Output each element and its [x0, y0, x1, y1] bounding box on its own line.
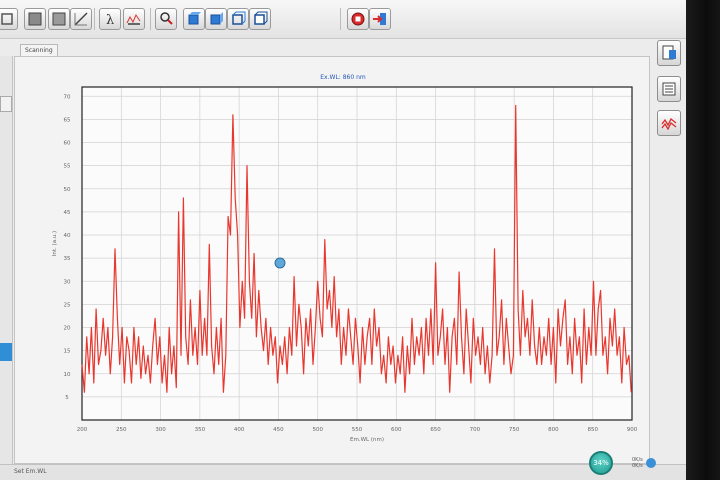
spectrum-icon[interactable]	[657, 110, 681, 136]
monitor-bezel	[686, 0, 720, 480]
x-tick-label: 500	[312, 427, 323, 433]
x-tick-label: 450	[273, 427, 284, 433]
y-tick-label: 50	[64, 187, 71, 193]
x-tick-label: 350	[195, 427, 206, 433]
x-tick-label: 700	[470, 427, 481, 433]
network-icon	[646, 458, 656, 468]
x-tick-label: 200	[77, 427, 88, 433]
y-tick-label: 30	[64, 279, 71, 285]
x-tick-label: 850	[587, 427, 598, 433]
net-speed: 0K/s 0K/s	[632, 457, 643, 469]
y-tick-label: 25	[64, 302, 71, 308]
spectrum-chart[interactable]: 200 250 300 350 400 450 500 550 600 650 700 750 800 8…	[0, 0, 686, 480]
x-tick-label: 600	[391, 427, 402, 433]
y-tick-label: 15	[64, 349, 71, 355]
report-icon[interactable]	[657, 40, 681, 66]
net-down: 0K/s	[632, 463, 643, 469]
status-text: Set Em.WL	[14, 468, 47, 475]
x-tick-label: 800	[548, 427, 559, 433]
y-tick-label: 65	[64, 117, 71, 123]
y-tick-label: 10	[64, 372, 71, 378]
x-tick-label: 300	[155, 427, 166, 433]
list-icon[interactable]	[657, 76, 681, 102]
x-tick-label: 750	[509, 427, 520, 433]
y-tick-label: 5	[65, 395, 69, 401]
app-window: λ Scanning Ex.WL: 860 nm 200 250 300 350…	[0, 0, 686, 480]
x-tick-label: 550	[352, 427, 363, 433]
y-tick-label: 45	[64, 210, 71, 216]
y-tick-label: 70	[64, 94, 71, 100]
cursor-icon	[274, 257, 286, 269]
x-tick-label: 400	[234, 427, 245, 433]
y-axis-label: Int. (a.u.)	[52, 231, 58, 256]
y-tick-label: 60	[64, 141, 71, 147]
x-axis-label: Em.WL (nm)	[350, 437, 384, 443]
x-tick-label: 650	[430, 427, 441, 433]
status-bar: Set Em.WL	[0, 464, 686, 480]
y-tick-label: 35	[64, 256, 71, 262]
y-tick-label: 40	[64, 233, 71, 239]
y-tick-label: 20	[64, 326, 71, 332]
x-tick-label: 900	[627, 427, 638, 433]
x-tick-label: 250	[116, 427, 127, 433]
cpu-gauge: 34%	[589, 451, 613, 475]
y-tick-label: 55	[64, 164, 71, 170]
